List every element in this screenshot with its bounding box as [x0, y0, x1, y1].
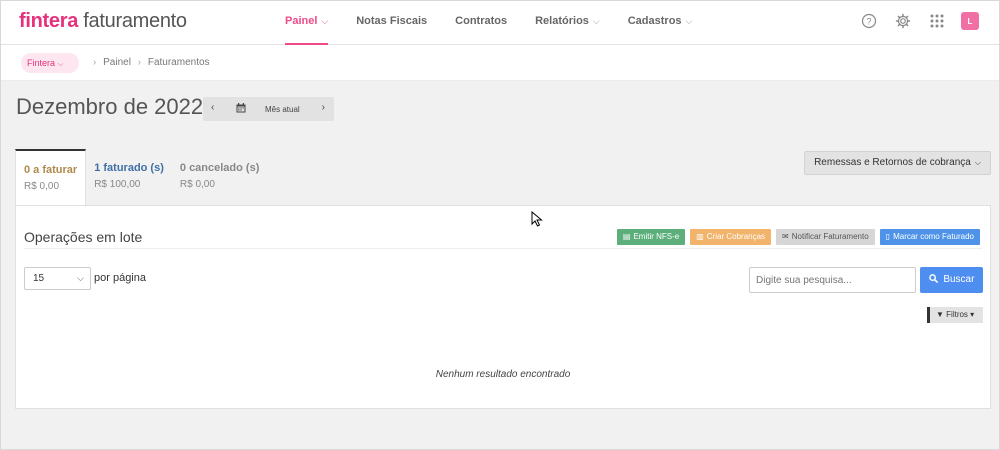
chevron-right-icon[interactable]: ›	[322, 102, 325, 113]
search-icon	[928, 274, 944, 285]
nav-item-cadastros[interactable]: Cadastros ⌵	[628, 1, 693, 45]
nav-item-label: Painel	[285, 15, 318, 27]
emitir-nfse-label: Emitir NFS-e	[633, 232, 680, 241]
breadcrumb-bar: Fintera ⌵ › Painel › Faturamentos	[1, 45, 999, 81]
tab-cancelados[interactable]: 0 cancelado (s) R$ 0,00	[172, 149, 267, 206]
nav-item-notas-fiscais[interactable]: Notas Fiscais	[356, 1, 427, 45]
chevron-down-icon: ⌵	[58, 61, 64, 68]
nav-item-contratos[interactable]: Contratos	[455, 1, 507, 45]
nav-item-label: Contratos	[455, 15, 508, 27]
file-icon: ▯	[885, 232, 891, 241]
tab-value: R$ 0,00	[24, 181, 60, 192]
panel-title: Operações em lote	[24, 229, 143, 245]
page-title: Dezembro de 2022	[16, 94, 204, 119]
notificar-faturamento-button[interactable]: ✉ Notificar Faturamento	[776, 229, 875, 245]
org-selector-label: Fintera	[27, 58, 56, 68]
avatar[interactable]: L	[961, 12, 979, 30]
batch-actions: ▤ Emitir NFS-e ▥ Criar Cobranças ✉ Notifica…	[612, 229, 980, 245]
breadcrumb-item-painel[interactable]: Painel	[103, 57, 131, 68]
batch-operations-panel: Operações em lote ▤ Emitir NFS-e ▥ Criar C…	[15, 205, 991, 409]
breadcrumb-item-faturamentos: Faturamentos	[147, 57, 210, 68]
tab-value: R$ 100,00	[94, 179, 141, 190]
tab-label: 0 a faturar	[24, 164, 78, 176]
tab-faturados[interactable]: 1 faturado (s) R$ 100,00	[86, 149, 172, 206]
search-input[interactable]	[749, 267, 916, 293]
chevron-down-icon: ⌵	[974, 158, 981, 167]
chevron-down-icon: ⌵	[321, 16, 329, 26]
breadcrumb: › Painel › Faturamentos	[89, 57, 210, 68]
nav-item-label: Notas Fiscais	[356, 15, 428, 27]
notificar-faturamento-label: Notificar Faturamento	[791, 232, 869, 241]
calendar-icon[interactable]	[236, 103, 246, 115]
empty-state-message: Nenhum resultado encontrado	[435, 369, 571, 380]
panel-divider	[24, 248, 982, 249]
barcode-icon: ▥	[696, 232, 704, 241]
per-page-label: por página	[94, 272, 146, 284]
main-nav: Painel ⌵ Notas Fiscais Contratos Relatóri…	[285, 1, 720, 45]
tab-label: 0 cancelado (s)	[179, 162, 260, 174]
help-circle-icon[interactable]: ?	[859, 11, 879, 31]
brand-logo[interactable]: fintera faturamento	[19, 10, 187, 33]
org-selector[interactable]: Fintera ⌵	[21, 53, 79, 73]
chevron-down-icon: ⌵	[77, 273, 84, 283]
brand-name-rest: faturamento	[83, 10, 187, 32]
gear-icon[interactable]	[893, 11, 913, 31]
status-tabs: 0 a faturar R$ 0,00 1 faturado (s) R$ 10…	[15, 149, 267, 206]
funnel-icon: ▼	[936, 310, 944, 319]
per-page-select[interactable]: 15 ⌵	[24, 267, 91, 290]
chevron-right-icon: ›	[93, 57, 97, 68]
filters-label: Filtros	[946, 310, 968, 319]
nav-item-label: Relatórios	[535, 15, 589, 27]
chevron-left-icon[interactable]: ‹	[211, 102, 214, 113]
marcar-faturado-button[interactable]: ▯ Marcar como Faturado	[879, 229, 980, 245]
tab-a-faturar[interactable]: 0 a faturar R$ 0,00	[15, 149, 87, 206]
criar-cobrancas-button[interactable]: ▥ Criar Cobranças	[690, 229, 772, 245]
nav-item-label: Cadastros	[627, 15, 682, 27]
current-month-button[interactable]: Mês atual	[265, 105, 300, 114]
envelope-icon: ✉	[782, 232, 789, 241]
emitir-nfse-button[interactable]: ▤ Emitir NFS-e	[616, 229, 686, 245]
criar-cobrancas-label: Criar Cobranças	[706, 232, 766, 241]
top-icons: ? L	[845, 11, 979, 31]
mouse-cursor-icon	[531, 210, 543, 227]
marcar-faturado-label: Marcar como Faturado	[893, 232, 974, 241]
chevron-down-icon: ⌵	[685, 16, 693, 26]
remessas-retornos-button[interactable]: Remessas e Retornos de cobrança ⌵	[804, 151, 991, 175]
per-page-value: 15	[33, 273, 45, 284]
tab-value: R$ 0,00	[179, 179, 215, 190]
brand-name-bold: fintera	[19, 10, 79, 32]
chevron-right-icon: ›	[137, 57, 142, 68]
nav-item-relatorios[interactable]: Relatórios ⌵	[535, 1, 600, 45]
chevron-down-icon: ⌵	[592, 16, 600, 26]
remessas-retornos-label: Remessas e Retornos de cobrança	[814, 157, 971, 168]
apps-grid-icon[interactable]	[927, 11, 947, 31]
top-navbar: fintera faturamento Painel ⌵ Notas Fiscai…	[1, 1, 999, 45]
filters-button[interactable]: ▼ Filtros ▾	[927, 307, 983, 323]
period-navigator: ‹ Mês atual ›	[203, 97, 334, 121]
search-button[interactable]: Buscar	[920, 267, 983, 293]
search-button-label: Buscar	[943, 274, 975, 285]
svg-text:?: ?	[866, 17, 871, 27]
tab-label: 1 faturado (s)	[94, 162, 164, 174]
nav-item-painel[interactable]: Painel ⌵	[285, 1, 329, 45]
document-icon: ▤	[622, 232, 631, 241]
chevron-down-icon: ▾	[970, 310, 975, 319]
